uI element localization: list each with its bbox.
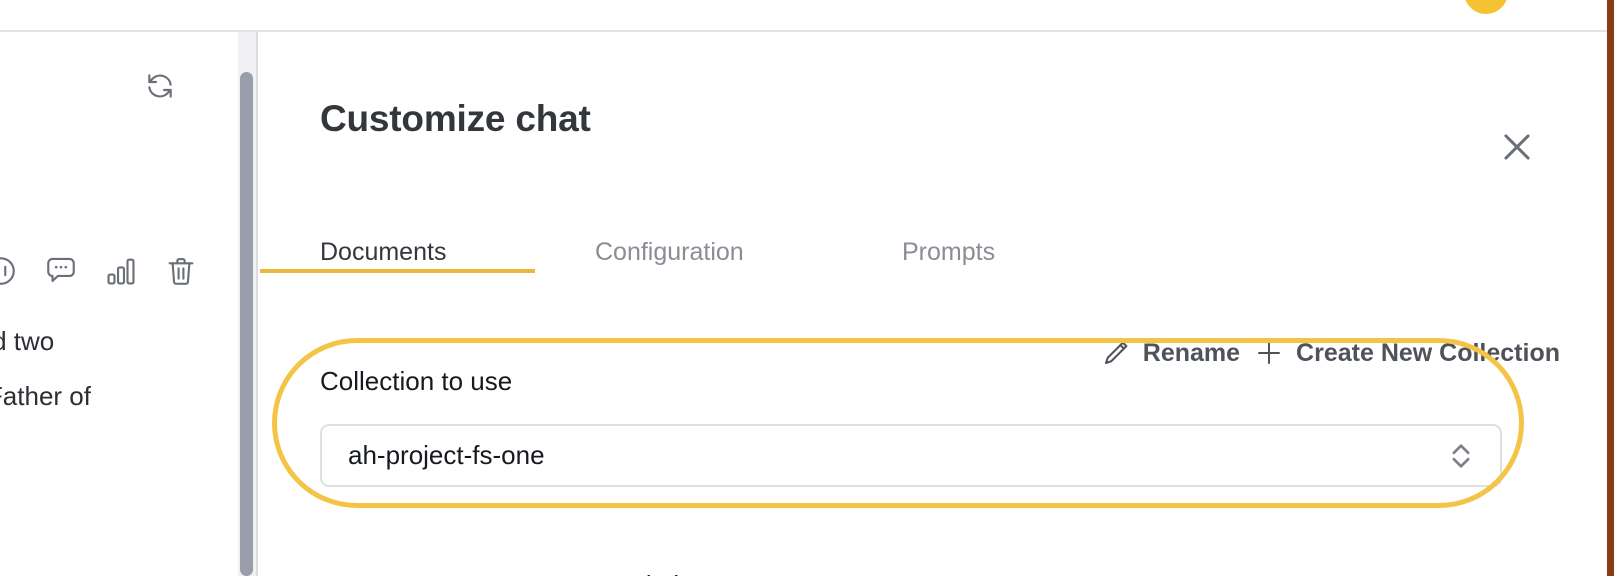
collection-select[interactable]: ah-project-fs-one: [320, 424, 1502, 487]
window-right-edge: [1607, 0, 1614, 576]
page-title: Customize chat: [320, 98, 591, 139]
collection-select-value: ah-project-fs-one: [348, 440, 545, 470]
trash-icon[interactable]: [164, 254, 198, 288]
plus-icon: [1254, 338, 1284, 368]
collection-actions: Rename Create New Collection: [1101, 338, 1560, 368]
message-actions-row: [0, 254, 198, 288]
close-icon[interactable]: [1498, 128, 1536, 166]
create-new-collection-label: Create New Collection: [1296, 338, 1560, 367]
customize-chat-modal: Customize chat Documents Configuration P…: [258, 32, 1608, 576]
rename-button[interactable]: Rename: [1101, 338, 1240, 368]
pencil-icon: [1101, 338, 1131, 368]
comment-icon[interactable]: [44, 254, 78, 288]
top-accent-circle: [1464, 0, 1508, 14]
refresh-icon[interactable]: [144, 70, 176, 102]
tab-prompts[interactable]: Prompts: [902, 238, 995, 295]
tab-configuration[interactable]: Configuration: [595, 238, 902, 295]
chevron-up-down-icon[interactable]: [1448, 437, 1474, 475]
chat-list-panel: rved two e "Father of tes.: [0, 32, 238, 576]
app-root: rved two e "Father of tes. Customize cha…: [0, 0, 1614, 576]
modal-tabs: Documents Configuration Prompts: [320, 238, 995, 295]
description-label: Description: [578, 570, 708, 576]
chat-message-text: rved two e "Father of tes.: [0, 326, 91, 411]
panel-scrollbar-thumb[interactable]: [240, 72, 253, 576]
active-tab-underline: [260, 269, 535, 273]
tab-documents[interactable]: Documents: [320, 238, 595, 295]
collection-select-box[interactable]: ah-project-fs-one: [320, 424, 1502, 487]
circle-icon[interactable]: [0, 254, 18, 288]
collection-to-use-label: Collection to use: [320, 366, 513, 396]
rename-label: Rename: [1142, 338, 1241, 367]
bar-chart-icon[interactable]: [104, 254, 138, 288]
create-new-collection-button[interactable]: Create New Collection: [1254, 338, 1560, 368]
